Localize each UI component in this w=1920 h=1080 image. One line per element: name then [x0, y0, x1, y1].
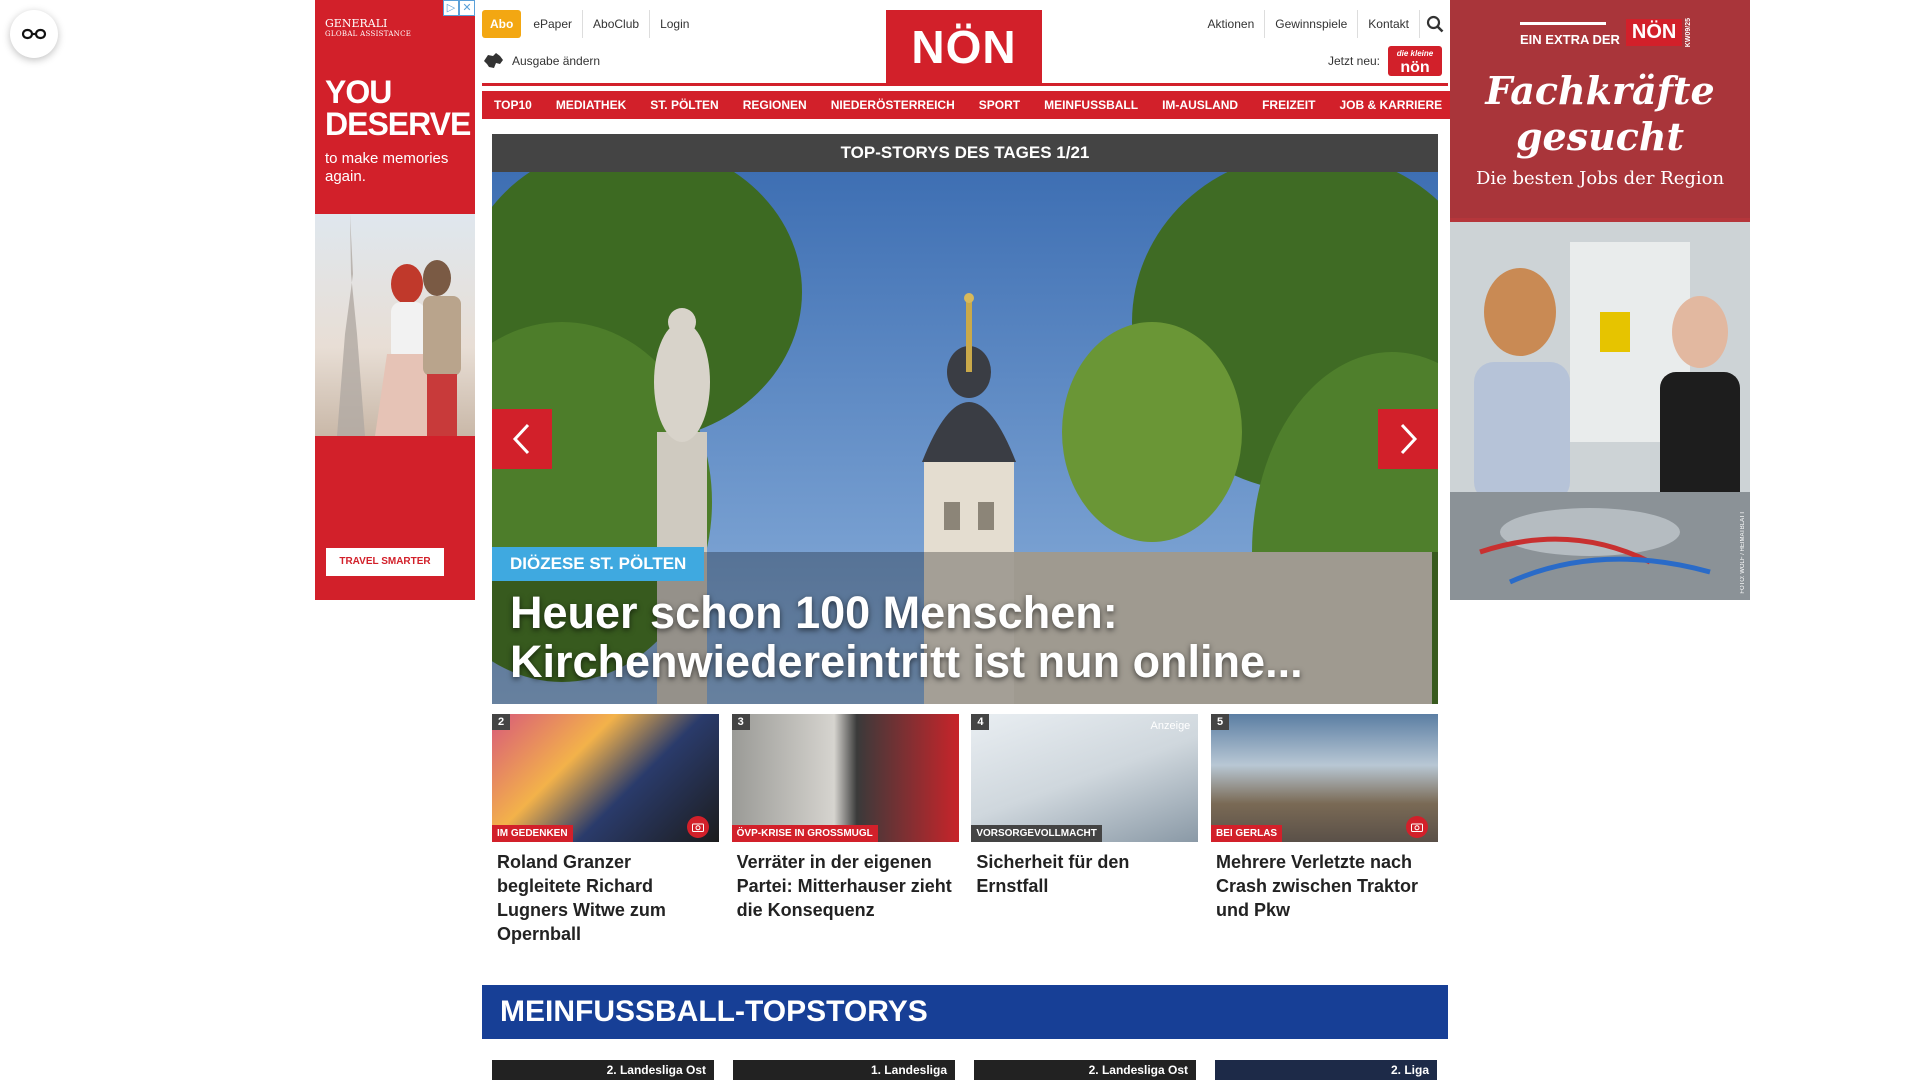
jetzt-neu-label: Jetzt neu: — [1327, 54, 1380, 68]
teaser-tag: BEI GERLAS — [1210, 825, 1283, 842]
hero-headline[interactable]: Heuer schon 100 Menschen: Kirchenwiedere… — [510, 588, 1410, 686]
hero-kicker[interactable]: DIÖZESE ST. PÖLTEN — [492, 547, 705, 581]
search-button[interactable] — [1420, 10, 1450, 38]
non-logo-small: NÖN — [1625, 19, 1683, 47]
ad-right-photo: FOTO: WOLF / HEIMATBLATT — [1450, 222, 1750, 600]
right-links: Aktionen Gewinnspiele Kontakt — [1198, 10, 1450, 38]
chevron-right-icon — [1400, 423, 1418, 455]
teaser-tag: IM GEDENKEN — [492, 825, 573, 842]
kontakt-link[interactable]: Kontakt — [1358, 10, 1420, 38]
nav-item-meinfussball[interactable]: MEINFUSSBALL — [1032, 91, 1151, 119]
hero-slide[interactable]: DIÖZESE ST. PÖLTEN Heuer schon 100 Mensc… — [492, 172, 1438, 704]
main-nav: TOP10 MEDIATHEK ST. PÖLTEN REGIONEN NIED… — [482, 91, 1455, 119]
fussball-teaser[interactable]: 2. Liga — [1215, 1060, 1437, 1080]
ad-right-title: Fachkräfte gesucht — [1485, 68, 1715, 159]
teaser-number: 3 — [731, 714, 750, 730]
teaser-number: 2 — [492, 714, 511, 730]
lower-austria-map-icon — [484, 53, 503, 68]
ad-extra-label: EIN EXTRA DER NÖN KW09/25 — [1520, 18, 1693, 48]
ad-brand: GENERALI GLOBAL ASSISTANCE — [325, 17, 412, 38]
teaser-title[interactable]: Sicherheit für den Ernstfall — [971, 850, 1198, 898]
epaper-link[interactable]: ePaper — [523, 10, 582, 38]
close-icon[interactable]: ✕ — [459, 0, 475, 16]
ad-subline: to make memories again. — [325, 150, 449, 185]
ausgabe-label: Ausgabe ändern — [512, 54, 601, 68]
teaser-card[interactable]: 2 IM GEDENKEN Roland Granzer begleitete … — [492, 714, 719, 946]
jetzt-neu: Jetzt neu: die kleine nön — [1328, 46, 1442, 76]
ad-headline: YOU DESERVE — [325, 74, 471, 142]
kleine-non-badge[interactable]: die kleine nön — [1388, 46, 1442, 76]
fussball-teaser[interactable]: 1. Landesliga — [733, 1060, 955, 1080]
camera-icon — [1405, 816, 1428, 838]
fussball-teaser[interactable]: 2. Landesliga Ost — [974, 1060, 1196, 1080]
teaser-card[interactable]: 5 BEI GERLAS Mehrere Verletzte nach Cras… — [1210, 714, 1438, 946]
league-label: 1. Landesliga — [870, 1063, 947, 1077]
carousel-next-button[interactable] — [1378, 409, 1438, 469]
glasses-button[interactable] — [10, 10, 58, 58]
camera-icon — [687, 816, 709, 838]
teaser-card[interactable]: 4 Anzeige VORSORGEVOLLMACHT Sicherheit f… — [971, 714, 1199, 946]
carousel-prev-button[interactable] — [492, 409, 552, 469]
teaser-list: 2 IM GEDENKEN Roland Granzer begleitete … — [492, 714, 1438, 946]
teaser-image: 2 IM GEDENKEN — [492, 714, 719, 842]
league-label: 2. Landesliga Ost — [606, 1063, 706, 1077]
league-label: 2. Landesliga Ost — [1088, 1063, 1188, 1077]
ad-cta-button[interactable]: TRAVEL SMARTER — [326, 548, 444, 576]
gewinnspiele-link[interactable]: Gewinnspiele — [1265, 10, 1359, 38]
nav-item-sport[interactable]: SPORT — [966, 91, 1033, 119]
top-links: Abo ePaper AboClub Login — [482, 10, 699, 38]
teaser-card[interactable]: 3 ÖVP-KRISE IN GROSSMUGL Verräter in der… — [731, 714, 959, 946]
teaser-image: 5 BEI GERLAS — [1210, 714, 1438, 842]
nav-item-regionen[interactable]: REGIONEN — [730, 91, 819, 119]
anzeige-label: Anzeige — [1150, 720, 1191, 732]
aboclub-link[interactable]: AboClub — [582, 10, 649, 38]
adchoices-icon[interactable]: ▷ — [443, 0, 459, 16]
nav-item-niederoesterreich[interactable]: NIEDERÖSTERREICH — [818, 91, 967, 119]
ad-right-claim: Die besten Jobs der Region — [1475, 168, 1725, 189]
teaser-title[interactable]: Verräter in der eigenen Partei: Mitterha… — [732, 850, 959, 922]
photo-credit: FOTO: WOLF / HEIMATBLATT — [1740, 511, 1746, 594]
ad-right-fachkraefte[interactable]: EIN EXTRA DER NÖN KW09/25 Fachkräfte ges… — [1450, 0, 1750, 600]
nav-item-st-poelten[interactable]: ST. PÖLTEN — [638, 91, 731, 119]
meinfussball-section-title[interactable]: MEINFUSSBALL-TOPSTORYS — [482, 985, 1448, 1039]
nav-item-top10[interactable]: TOP10 — [482, 91, 544, 119]
login-link[interactable]: Login — [649, 10, 699, 38]
nav-item-mediathek[interactable]: MEDIATHEK — [543, 91, 639, 119]
aktionen-link[interactable]: Aktionen — [1198, 10, 1266, 38]
teaser-tag: ÖVP-KRISE IN GROSSMUGL — [731, 825, 878, 842]
teaser-number: 5 — [1210, 714, 1230, 730]
glasses-icon — [21, 28, 47, 40]
nav-item-freizeit[interactable]: FREIZEIT — [1250, 91, 1328, 119]
teaser-image: 4 Anzeige VORSORGEVOLLMACHT — [971, 714, 1199, 842]
teaser-number: 4 — [971, 714, 990, 730]
fussball-teaser[interactable]: 2. Landesliga Ost — [492, 1060, 714, 1080]
teaser-image: 3 ÖVP-KRISE IN GROSSMUGL — [731, 714, 959, 842]
teaser-tag: VORSORGEVOLLMACHT — [971, 825, 1102, 842]
chevron-left-icon — [512, 423, 530, 455]
nav-item-im-ausland[interactable]: IM-AUSLAND — [1150, 91, 1251, 119]
non-logo[interactable]: NÖN — [886, 10, 1042, 84]
nav-item-job-karriere[interactable]: JOB & KARRIERE — [1327, 91, 1455, 119]
search-icon — [1426, 15, 1444, 33]
ad-left-generali[interactable]: ▷ ✕ GENERALI GLOBAL ASSISTANCE YOU DESER… — [315, 0, 475, 600]
ad-photo-couple — [315, 214, 475, 436]
teaser-title[interactable]: Roland Granzer begleitete Richard Lugner… — [492, 850, 719, 946]
ausgabe-aendern[interactable]: Ausgabe ändern — [482, 52, 600, 70]
adchoices[interactable]: ▷ ✕ — [443, 0, 475, 16]
abo-button[interactable]: Abo — [482, 10, 522, 38]
header-divider — [482, 83, 1448, 86]
teaser-title[interactable]: Mehrere Verletzte nach Crash zwischen Tr… — [1211, 850, 1438, 922]
league-label: 2. Liga — [1390, 1063, 1429, 1077]
top-storys-header: TOP-STORYS DES TAGES 1/21 — [492, 134, 1438, 172]
